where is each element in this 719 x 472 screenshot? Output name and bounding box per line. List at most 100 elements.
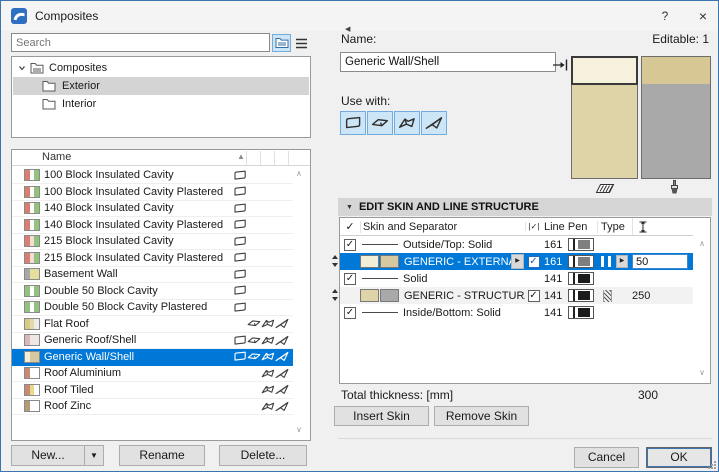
tree-item-composites[interactable]: Composites <box>13 59 309 77</box>
pen-preview-cell[interactable] <box>568 238 597 251</box>
separator-label: Solid <box>403 272 428 285</box>
cancel-button[interactable]: Cancel <box>574 447 639 468</box>
composite-list-item[interactable]: 140 Block Insulated Cavity <box>12 200 293 217</box>
use-with-shell-toggle[interactable] <box>421 111 447 135</box>
folder-icon <box>42 99 56 110</box>
composite-name: 140 Block Insulated Cavity <box>44 202 174 214</box>
new-button[interactable]: New... <box>11 445 85 466</box>
separator-row[interactable]: ✓ Outside/Top: Solid 161 <box>340 236 693 253</box>
table-scroll-up-arrow[interactable]: ∧ <box>699 240 705 248</box>
composite-list-item[interactable]: Roof Zinc <box>12 398 293 415</box>
use-with-wall-toggle[interactable] <box>340 111 366 135</box>
delete-button[interactable]: Delete... <box>219 445 307 466</box>
composite-thumbnail <box>24 301 40 313</box>
remove-skin-button[interactable]: Remove Skin <box>434 406 529 426</box>
composite-name: Basement Wall <box>44 268 118 280</box>
composite-list-item[interactable]: Basement Wall <box>12 266 293 283</box>
composite-list-item[interactable]: Roof Tiled <box>12 382 293 399</box>
help-button[interactable]: ? <box>651 5 679 27</box>
thickness-value[interactable]: 250 <box>632 290 650 302</box>
ok-button[interactable]: OK <box>646 447 712 468</box>
line-pen-value[interactable]: 161 <box>542 256 568 268</box>
scroll-up-arrow[interactable]: ∧ <box>296 170 302 178</box>
pen-preview-cell[interactable] <box>568 289 597 302</box>
tree-item-exterior[interactable]: Exterior <box>13 77 309 95</box>
separator-checkbox[interactable]: ✓ <box>344 306 356 319</box>
new-dropdown-button[interactable]: ▼ <box>84 445 104 466</box>
preview-skin[interactable] <box>572 84 637 178</box>
separator-checkbox[interactable]: ✓ <box>344 272 356 285</box>
composite-list-item[interactable]: Double 50 Block Cavity Plastered <box>12 299 293 316</box>
composite-thumbnail <box>24 268 40 280</box>
line-pen-value[interactable]: 141 <box>542 273 568 285</box>
close-button[interactable]: × <box>689 5 717 27</box>
skin-type-cell <box>597 289 632 302</box>
folder-view-button[interactable] <box>272 34 291 52</box>
scroll-down-arrow[interactable]: ∨ <box>296 426 302 434</box>
thickness-cell: 250 <box>632 290 693 302</box>
line-pen-value[interactable]: 161 <box>542 239 568 251</box>
availability-icons <box>233 202 291 214</box>
insert-skin-button[interactable]: Insert Skin <box>334 406 429 426</box>
composite-list-item[interactable]: 215 Block Insulated Cavity <box>12 233 293 250</box>
preview-skin[interactable] <box>642 84 710 178</box>
composite-list-item[interactable]: Roof Aluminium <box>12 365 293 382</box>
composite-list-item[interactable]: 100 Block Insulated Cavity Plastered <box>12 184 293 201</box>
skin-label: GENERIC - STRUCTURAL <box>404 289 525 302</box>
list-scrollbar[interactable]: ∧ ∨ <box>293 167 309 439</box>
slab-availability-cell <box>247 268 261 280</box>
tree-item-interior[interactable]: Interior <box>13 95 309 113</box>
type-dropdown-button[interactable]: ▶ <box>616 255 628 268</box>
preview-surface[interactable] <box>641 56 711 179</box>
pen-preview-cell[interactable] <box>568 306 597 319</box>
skin-drag-handle[interactable] <box>331 255 338 267</box>
composite-list-item[interactable]: 215 Block Insulated Cavity Plastered <box>12 250 293 267</box>
skin-drag-handle[interactable] <box>331 289 338 301</box>
skin-flyout-button[interactable]: ▶ <box>511 254 524 269</box>
line-pen-value[interactable]: 141 <box>542 307 568 319</box>
thickness-input[interactable] <box>632 254 688 269</box>
pen-preview-cell[interactable] <box>568 255 597 268</box>
line-pen-value[interactable]: 141 <box>542 290 568 302</box>
composite-list-item[interactable]: 100 Block Insulated Cavity <box>12 167 293 184</box>
roof-availability-cell <box>261 301 275 313</box>
pen-preview-cell[interactable] <box>568 272 597 285</box>
composite-thumbnail <box>24 383 40 396</box>
use-with-slab-toggle[interactable] <box>367 111 393 135</box>
separator-row[interactable]: ✓ Solid 141 <box>340 270 693 287</box>
composite-list-item[interactable]: 140 Block Insulated Cavity Plastered <box>12 217 293 234</box>
preview-skin[interactable] <box>642 57 710 84</box>
composite-list-item[interactable]: Generic Roof/Shell <box>12 332 293 349</box>
preview-cut-fill[interactable] <box>571 56 638 179</box>
wall-icon <box>234 335 246 345</box>
table-scroll-down-arrow[interactable]: ∨ <box>699 369 705 377</box>
list-header[interactable]: Name ▲ <box>12 150 310 166</box>
skin-swatch <box>380 255 399 268</box>
separator-row[interactable]: ✓ Inside/Bottom: Solid 141 <box>340 304 693 321</box>
cut-lines-checkbox[interactable]: ✓ <box>527 255 540 268</box>
list-view-button[interactable] <box>292 34 311 52</box>
edit-skin-section-header[interactable]: ▼ EDIT SKIN AND LINE STRUCTURE <box>338 198 712 216</box>
cut-lines-checkbox[interactable]: ✓ <box>527 289 540 302</box>
editable-count: Editable: 1 <box>652 32 709 46</box>
composite-list-item[interactable]: Double 50 Block Cavity <box>12 283 293 300</box>
chevron-down-icon[interactable] <box>17 63 27 73</box>
rename-button[interactable]: Rename <box>119 445 205 466</box>
shell-availability-cell <box>275 384 289 396</box>
separator-checkbox[interactable]: ✓ <box>344 238 356 251</box>
availability-icons <box>233 169 291 181</box>
skin-row[interactable]: GENERIC - EXTERNAL CLAD...▶✓161▶ <box>340 253 693 270</box>
use-with-roof-toggle[interactable] <box>394 111 420 135</box>
resize-grip[interactable] <box>708 461 716 469</box>
roof-availability-cell <box>261 202 275 214</box>
skin-row[interactable]: GENERIC - STRUCTURAL ✓ 141 250 <box>340 287 693 304</box>
name-column-header[interactable]: Name <box>42 151 71 163</box>
preview-skin[interactable] <box>571 56 638 85</box>
composite-name-field[interactable] <box>340 52 556 72</box>
search-input[interactable] <box>11 33 270 52</box>
composite-list-item[interactable]: Flat Roof <box>12 316 293 333</box>
skin-swatch <box>360 289 379 302</box>
wall-availability-cell <box>233 301 247 313</box>
composite-list-item[interactable]: Generic Wall/Shell <box>12 348 293 366</box>
wall-icon <box>234 285 246 295</box>
